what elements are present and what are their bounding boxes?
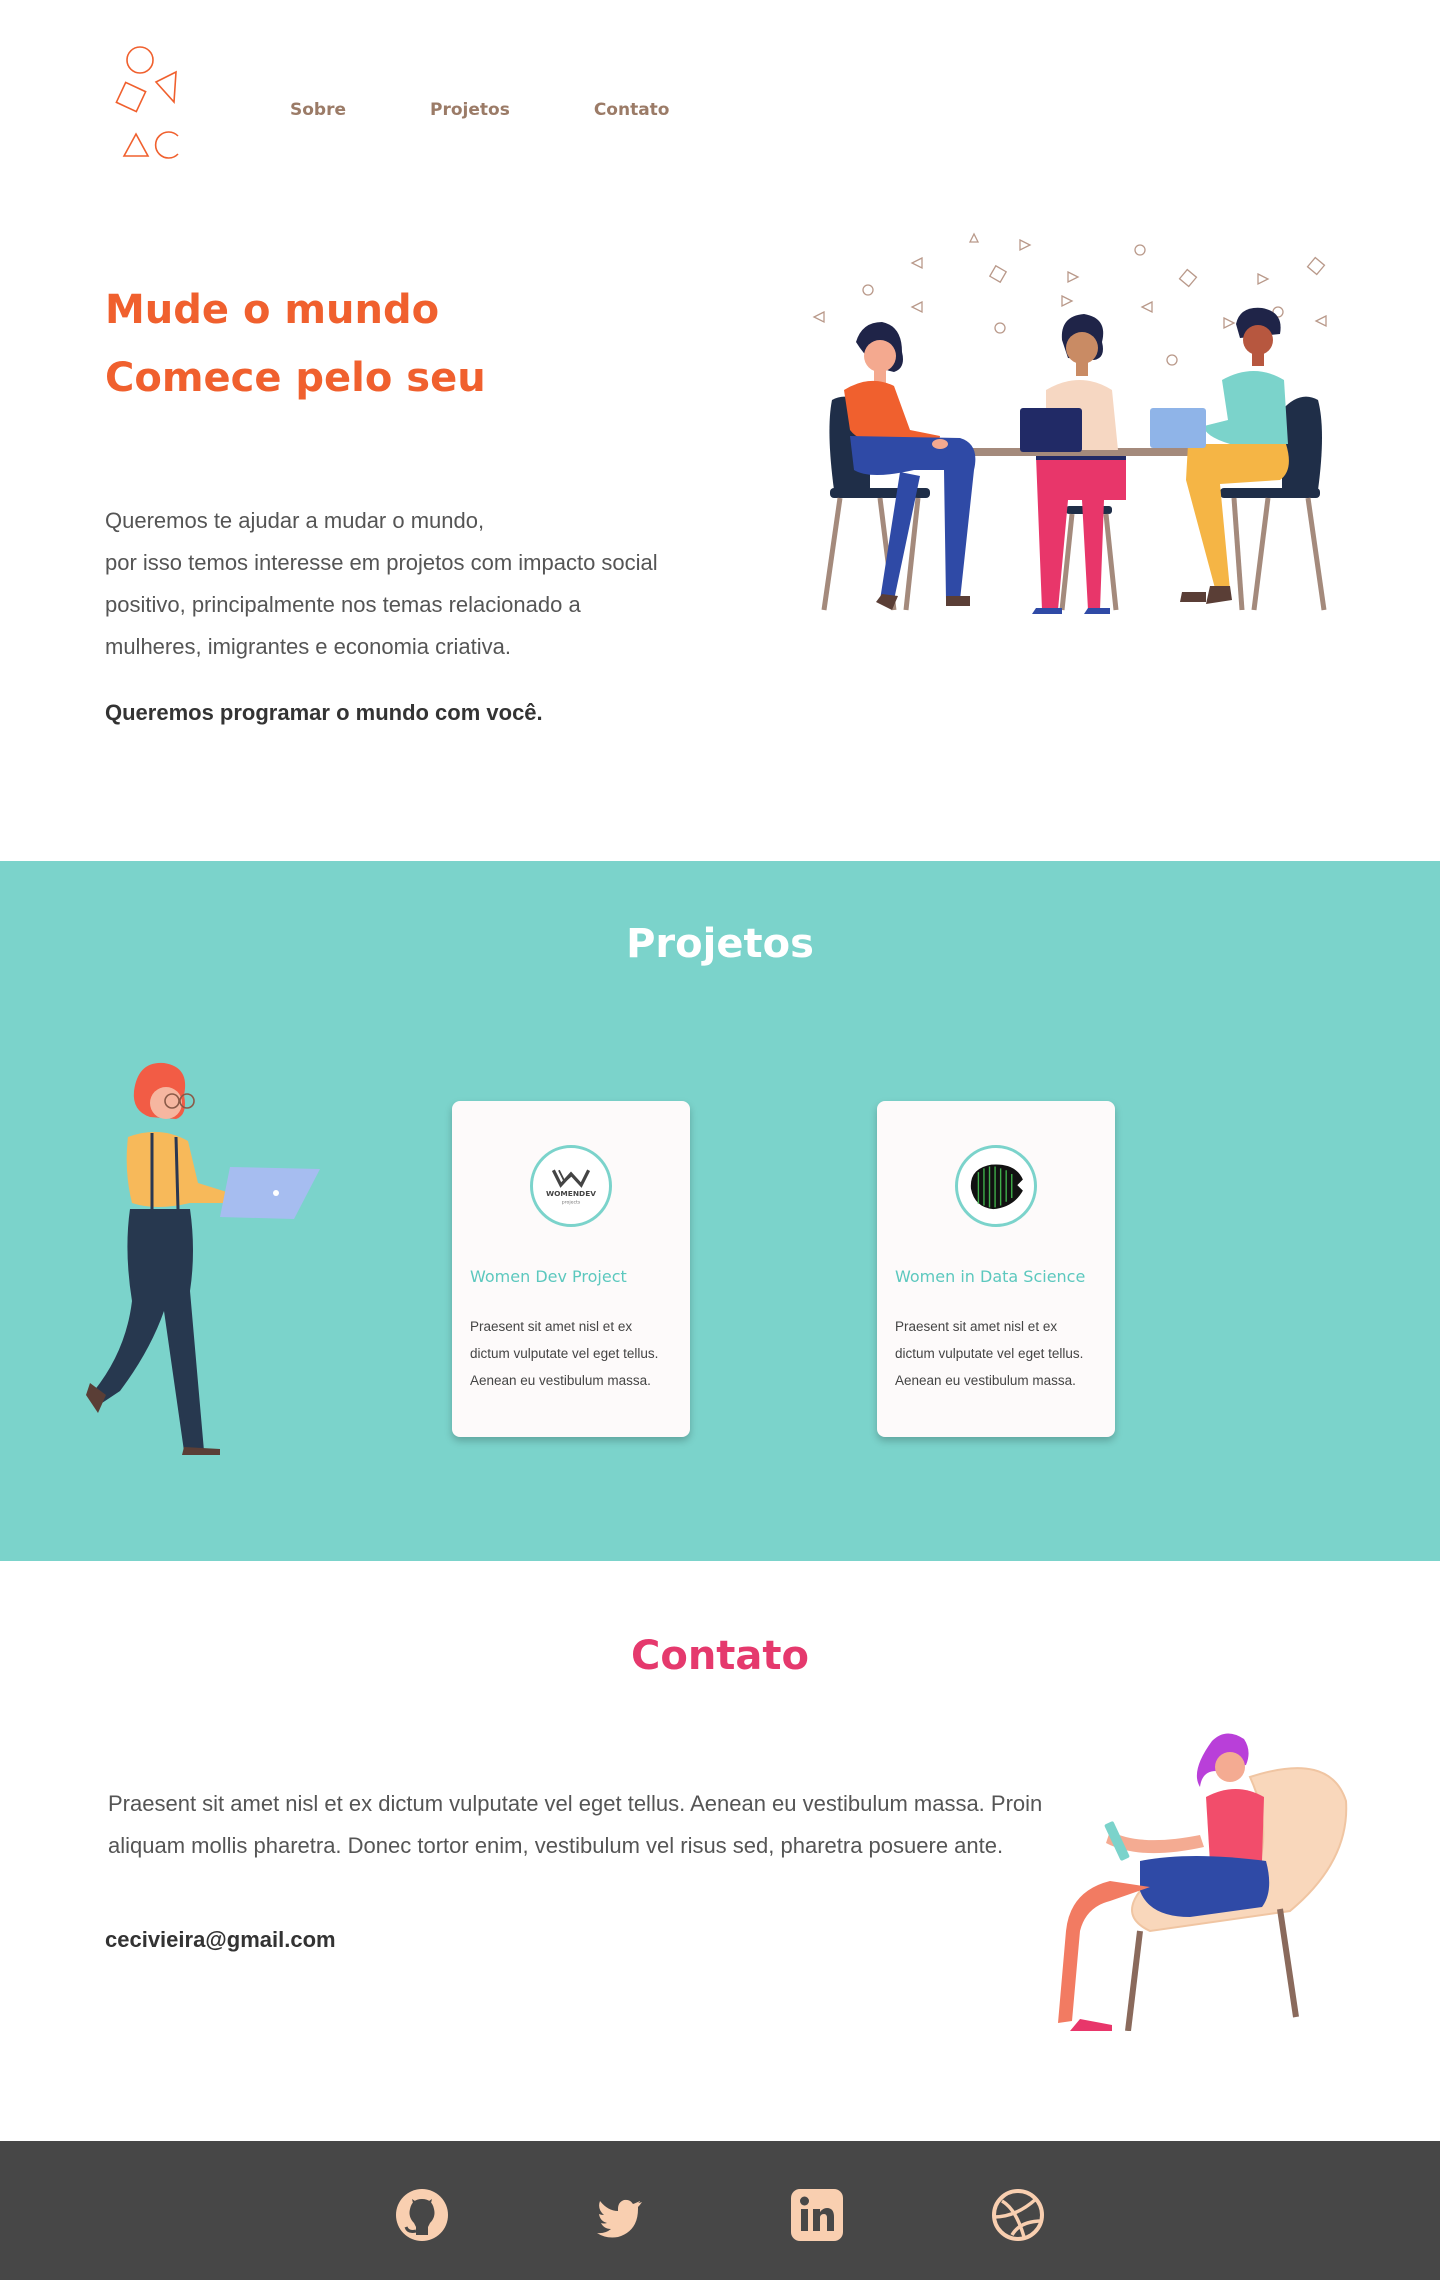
linkedin-icon[interactable] [789, 2187, 845, 2243]
hero-desc-line: por isso temos interesse em projetos com… [105, 550, 658, 575]
nav-link-contato[interactable]: Contato [594, 100, 670, 120]
hero-title-line1: Mude o mundo [105, 287, 440, 333]
project-card-title: Women Dev Project [470, 1267, 627, 1286]
project-card-title: Women in Data Science [895, 1267, 1086, 1286]
hero-desc-line: Queremos te ajudar a mudar o mundo, [105, 508, 485, 533]
dribbble-icon[interactable] [990, 2187, 1046, 2243]
projects-section: Projetos WOMENDEV projects Women Dev Pro… [0, 861, 1440, 1561]
main-nav: Sobre Projetos Contato [290, 100, 670, 120]
github-icon[interactable] [394, 2187, 450, 2243]
woman-in-armchair-illustration [1058, 1733, 1348, 2031]
hero-section: Mude o mundo Comece pelo seu Queremos te… [0, 200, 1440, 860]
womendev-logo-subtext: projects [562, 1200, 581, 1206]
projects-title: Projetos [626, 921, 814, 967]
twitter-icon[interactable] [592, 2187, 648, 2243]
hero-desc-line: mulheres, imigrantes e economia criativa… [105, 634, 511, 659]
contact-email-link[interactable]: cecivieira@gmail.com [105, 1927, 336, 1953]
hero-title-line2: Comece pelo seu [105, 355, 486, 401]
nav-link-sobre[interactable]: Sobre [290, 100, 346, 120]
site-footer [0, 2141, 1440, 2280]
hero-desc-line: positivo, principalmente nos temas relac… [105, 592, 581, 617]
contact-title: Contato [630, 1633, 810, 1679]
site-header: Sobre Projetos Contato [0, 0, 1440, 170]
womendev-logo-icon: WOMENDEV projects [530, 1145, 612, 1227]
project-card-women-data-science[interactable]: Women in Data Science Praesent sit amet … [877, 1101, 1115, 1437]
hero-description: Queremos te ajudar a mudar o mundo, por … [105, 500, 725, 668]
project-card-description: Praesent sit amet nisl et ex dictum vulp… [895, 1319, 1084, 1388]
hero-tagline: Queremos programar o mundo com você. [105, 700, 543, 725]
nav-link-projetos[interactable]: Projetos [430, 100, 510, 120]
project-card-women-dev[interactable]: WOMENDEV projects Women Dev Project Prae… [452, 1101, 690, 1437]
woman-walking-laptop-illustration [86, 1062, 320, 1455]
logo-shapes-icon[interactable] [112, 38, 186, 162]
hero-title: Mude o mundo Comece pelo seu [105, 276, 486, 412]
team-meeting-illustration [812, 232, 1327, 614]
project-card-description: Praesent sit amet nisl et ex dictum vulp… [470, 1319, 659, 1388]
contact-section: Contato Praesent sit amet nisl et ex dic… [0, 1561, 1440, 2141]
data-science-head-logo-icon [955, 1145, 1037, 1227]
contact-description: Praesent sit amet nisl et ex dictum vulp… [108, 1791, 1043, 1858]
womendev-logo-text: WOMENDEV [546, 1189, 596, 1198]
